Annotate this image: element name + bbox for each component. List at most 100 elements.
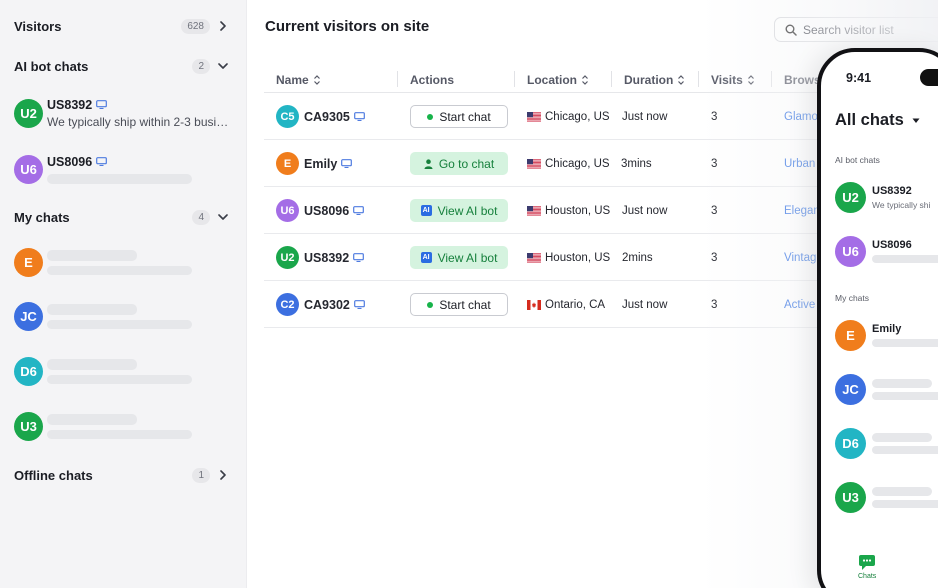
section-my-chats[interactable]: My chats 4 <box>14 207 230 227</box>
avatar: C2 <box>276 293 299 316</box>
column-header-actions: Actions <box>410 73 454 87</box>
chat-name: US8392 <box>872 184 912 197</box>
go-to-chat-button[interactable]: Go to chat <box>410 152 508 175</box>
location-text: Chicago, US <box>545 157 610 170</box>
avatar: U6 <box>276 199 299 222</box>
browsing-link[interactable]: Active <box>784 281 815 328</box>
avatar: U2 <box>14 98 43 128</box>
chat-item[interactable]: D6 <box>14 351 232 391</box>
phone-chat-item[interactable]: U6 US8096 <box>835 234 938 268</box>
skeleton-line <box>872 486 932 496</box>
caret-down-icon <box>912 118 920 123</box>
online-dot-icon <box>427 113 434 120</box>
column-header-duration[interactable]: Duration <box>624 73 685 87</box>
table-row[interactable]: C2 CA9302 Start chat Ontario, CA Just no… <box>264 281 864 328</box>
location-text: Houston, US <box>545 204 611 217</box>
skeleton-line <box>872 445 938 454</box>
section-count: 1 <box>192 467 210 483</box>
avatar: U6 <box>14 154 43 184</box>
chat-name: US8096 <box>872 239 912 251</box>
chat-item[interactable]: JC <box>14 296 232 336</box>
section-title: My chats <box>14 209 70 225</box>
phone-section-my: My chats <box>835 293 870 303</box>
visits-text: 3 <box>711 251 718 264</box>
us-flag-icon <box>527 252 541 263</box>
chat-name: Emily <box>872 323 902 335</box>
tab-label: Chats <box>858 573 877 580</box>
section-title: Offline chats <box>14 467 93 483</box>
start-chat-button[interactable]: Start chat <box>410 105 508 128</box>
phone-chat-item[interactable]: U2 US8392 We typically shi <box>835 180 938 214</box>
button-label: Start chat <box>439 109 491 124</box>
monitor-icon <box>341 159 353 168</box>
table-row[interactable]: C5 CA9305 Start chat Chicago, US Just no… <box>264 93 864 140</box>
visitor-name: CA9305 <box>304 109 350 124</box>
chat-item[interactable]: U3 <box>14 406 232 446</box>
phone-title[interactable]: All chats <box>835 111 920 130</box>
skeleton-line <box>47 358 137 370</box>
view-ai-bot-button[interactable]: AI View AI bot <box>410 246 508 269</box>
monitor-icon <box>96 100 108 109</box>
section-count: 628 <box>181 18 210 34</box>
section-ai-bot-chats[interactable]: AI bot chats 2 <box>14 56 230 76</box>
browsing-link[interactable]: Elegan <box>784 187 820 234</box>
avatar: E <box>14 247 43 277</box>
table-row[interactable]: U2 US8392 AI View AI bot Houston, US 2mi… <box>264 234 864 281</box>
column-header-name[interactable]: Name <box>276 73 321 87</box>
column-header-location[interactable]: Location <box>527 73 589 87</box>
tab-chats[interactable]: Chats <box>858 554 876 580</box>
phone-chat-item[interactable]: U3 <box>835 480 938 514</box>
phone-chat-item[interactable]: D6 <box>835 426 938 460</box>
avatar: D6 <box>835 427 866 459</box>
column-label: Actions <box>410 73 455 87</box>
section-title: AI bot chats <box>14 58 89 74</box>
sort-icon[interactable] <box>677 75 685 85</box>
chat-item[interactable]: E <box>14 242 232 282</box>
page-title: Current visitors on site <box>265 18 430 35</box>
chevron-right-icon[interactable] <box>216 468 230 482</box>
visitor-name: CA9302 <box>304 297 350 312</box>
skeleton-line <box>47 249 137 261</box>
chat-item[interactable]: U6 US8096 <box>14 149 232 189</box>
avatar: JC <box>835 373 866 405</box>
online-dot-icon <box>427 301 434 308</box>
skeleton-line <box>872 339 938 347</box>
visits-text: 3 <box>711 157 718 170</box>
section-visitors[interactable]: Visitors 628 <box>14 16 230 36</box>
search-icon <box>785 24 797 36</box>
browsing-link[interactable]: Urban <box>784 140 815 187</box>
monitor-icon <box>353 300 365 309</box>
column-header-visits[interactable]: Visits <box>711 73 755 87</box>
browsing-link[interactable]: Vintag <box>784 234 816 281</box>
search-input[interactable]: Search visitor list <box>774 17 938 42</box>
view-ai-bot-button[interactable]: AI View AI bot <box>410 199 508 222</box>
section-count: 2 <box>192 58 210 74</box>
avatar: E <box>835 319 866 351</box>
button-label: View AI bot <box>437 203 498 218</box>
chevron-down-icon[interactable] <box>216 59 230 73</box>
avatar: U3 <box>835 481 866 513</box>
section-offline-chats[interactable]: Offline chats 1 <box>14 465 230 485</box>
sort-icon[interactable] <box>313 75 321 85</box>
ca-flag-icon <box>527 299 541 310</box>
phone-chat-item[interactable]: JC <box>835 372 938 406</box>
monitor-icon <box>353 112 365 121</box>
section-count: 4 <box>192 209 210 225</box>
phone-chat-item[interactable]: E Emily <box>835 318 938 352</box>
sort-icon[interactable] <box>747 75 755 85</box>
avatar: C5 <box>276 105 299 128</box>
skeleton-line <box>47 429 192 439</box>
chevron-down-icon[interactable] <box>216 210 230 224</box>
table-row[interactable]: E Emily Go to chat Chicago, US 3mins 3 U… <box>264 140 864 187</box>
start-chat-button[interactable]: Start chat <box>410 293 508 316</box>
avatar: U2 <box>276 246 299 269</box>
column-label: Name <box>276 73 309 87</box>
person-icon <box>424 158 433 169</box>
duration-text: 3mins <box>621 157 652 170</box>
duration-text: 2mins <box>622 251 653 264</box>
chevron-right-icon[interactable] <box>216 19 230 33</box>
table-row[interactable]: U6 US8096 AI View AI bot Houston, US Jus… <box>264 187 864 234</box>
sort-icon[interactable] <box>581 75 589 85</box>
location-text: Ontario, CA <box>545 298 606 311</box>
chat-item[interactable]: U2 US8392 We typically ship within 2-3 b… <box>14 93 232 133</box>
